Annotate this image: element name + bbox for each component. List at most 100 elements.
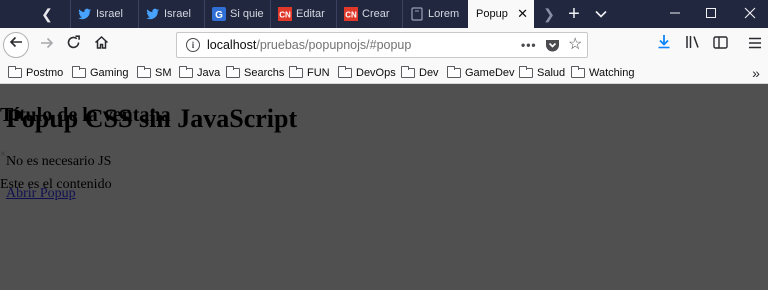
list-all-tabs-button[interactable] [590, 2, 612, 26]
bookmarks-toolbar: Postmo Gaming SM Java Searchs FUN DevOps… [0, 62, 768, 84]
bookmark-label: FUN [307, 67, 330, 79]
close-tab-icon[interactable]: ✕ [517, 0, 528, 28]
info-icon[interactable]: i [186, 38, 200, 52]
minimize-icon [670, 12, 680, 14]
tab-label: Editar [296, 8, 325, 20]
folder-icon [519, 66, 533, 78]
bookmark-label: GameDev [465, 67, 515, 79]
bookmark-folder[interactable]: Salud [519, 65, 565, 81]
svg-text:CN: CN [279, 11, 291, 20]
url-bar[interactable]: i localhost/pruebas/popupnojs/#popup •••… [176, 32, 588, 58]
reload-icon [67, 35, 80, 49]
folder-icon [447, 66, 461, 78]
tab-si-quie[interactable]: G Si quie [204, 0, 270, 28]
bookmark-folder[interactable]: FUN [289, 65, 330, 81]
g-icon: G [212, 7, 226, 21]
tab-label: Lorem [428, 8, 460, 20]
scroll-tabs-left-button[interactable]: ❮ [36, 3, 58, 25]
library-button[interactable] [680, 32, 706, 58]
bookmark-folder[interactable]: Gaming [72, 65, 129, 81]
tab-label: Crear [362, 8, 390, 20]
menu-button[interactable] [742, 32, 768, 58]
bookmark-folder[interactable]: GameDev [447, 65, 515, 81]
back-button[interactable] [3, 32, 29, 58]
url-text[interactable]: localhost/pruebas/popupnojs/#popup [207, 33, 411, 57]
maximize-icon [706, 8, 716, 18]
close-icon [744, 7, 756, 19]
scroll-tabs-right-button[interactable]: ❯ [539, 3, 559, 25]
tab-twitter-israel-2[interactable]: Israel [138, 0, 204, 28]
cn-icon: CN [278, 7, 292, 21]
bookmark-label: Salud [537, 67, 566, 79]
folder-icon [401, 66, 415, 78]
minimize-window-button[interactable] [658, 0, 692, 28]
cn-icon: CN [344, 7, 358, 21]
folder-icon [137, 66, 151, 78]
arrow-left-icon [9, 36, 22, 48]
bookmarks-overflow-button[interactable]: » [746, 62, 766, 84]
folder-icon [226, 66, 240, 78]
page-intro-text: No es necesario JS [6, 154, 112, 169]
popup-close-button[interactable]: × [0, 149, 6, 160]
home-icon [94, 35, 108, 49]
tab-label: Si quie [230, 8, 264, 20]
tab-editar[interactable]: CN Editar [270, 0, 336, 28]
bookmark-folder[interactable]: Searchs [226, 65, 284, 81]
new-tab-button[interactable]: + [563, 2, 585, 26]
arrow-right-icon [41, 37, 54, 49]
tab-lorem[interactable]: Lorem [402, 0, 468, 28]
tab-crear[interactable]: CN Crear [336, 0, 402, 28]
folder-icon [8, 66, 22, 78]
reload-button[interactable] [60, 32, 86, 58]
bookmark-label: Dev [419, 67, 439, 79]
lorem-icon [411, 7, 423, 21]
svg-text:CN: CN [345, 11, 357, 20]
library-icon [686, 36, 699, 48]
bookmark-label: Java [197, 67, 221, 79]
bookmark-label: SM [155, 67, 172, 79]
tab-strip: ❮ Israel Israel G Si quie CN Editar CN C… [0, 0, 768, 28]
bookmark-folder[interactable]: Watching [571, 65, 634, 81]
sidebar-icon [712, 36, 728, 49]
maximize-window-button[interactable] [694, 0, 728, 28]
tab-twitter-israel-1[interactable]: Israel [70, 0, 138, 28]
forward-button[interactable] [34, 32, 60, 58]
url-host: localhost [207, 38, 257, 52]
svg-text:G: G [215, 10, 223, 21]
pocket-icon[interactable] [545, 38, 560, 52]
navigation-toolbar: i localhost/pruebas/popupnojs/#popup •••… [0, 28, 768, 62]
twitter-icon [78, 8, 91, 20]
hamburger-menu-icon [749, 37, 761, 49]
downloads-button[interactable] [651, 32, 677, 58]
tab-label: Israel [164, 8, 191, 20]
bookmark-label: Gaming [90, 67, 129, 79]
bookmark-folder[interactable]: Java [179, 65, 220, 81]
popup-title: Título de la ventana [0, 104, 171, 126]
home-button[interactable] [88, 32, 114, 58]
url-path: /pruebas/popupnojs/#popup [256, 38, 412, 52]
bookmark-star-icon[interactable]: ☆ [568, 33, 582, 57]
folder-icon [72, 66, 86, 78]
folder-icon [571, 66, 585, 78]
folder-icon [338, 66, 352, 78]
folder-icon [179, 66, 193, 78]
chevron-down-icon [595, 10, 607, 18]
popup-content: Este es el contenido [0, 177, 112, 192]
twitter-icon [146, 8, 159, 20]
tab-popup[interactable]: Popup ✕ [468, 0, 534, 28]
bookmark-label: DevOps [356, 67, 396, 79]
page-actions-icon[interactable]: ••• [521, 33, 537, 57]
close-window-button[interactable] [733, 0, 767, 28]
bookmark-folder[interactable]: Dev [401, 65, 439, 81]
bookmark-label: Searchs [244, 67, 285, 79]
bookmark-folder[interactable]: Postmo [8, 65, 63, 81]
bookmark-folder[interactable]: DevOps [338, 65, 396, 81]
tab-label: Israel [96, 8, 123, 20]
page-viewport: Popup CSS sin JavaScript No es necesario… [0, 85, 768, 290]
folder-icon [289, 66, 303, 78]
bookmark-folder[interactable]: SM [137, 65, 172, 81]
bookmark-label: Watching [589, 67, 635, 79]
tab-label: Popup [476, 8, 508, 20]
download-arrow-icon [658, 35, 670, 49]
sidebar-button[interactable] [707, 32, 733, 58]
